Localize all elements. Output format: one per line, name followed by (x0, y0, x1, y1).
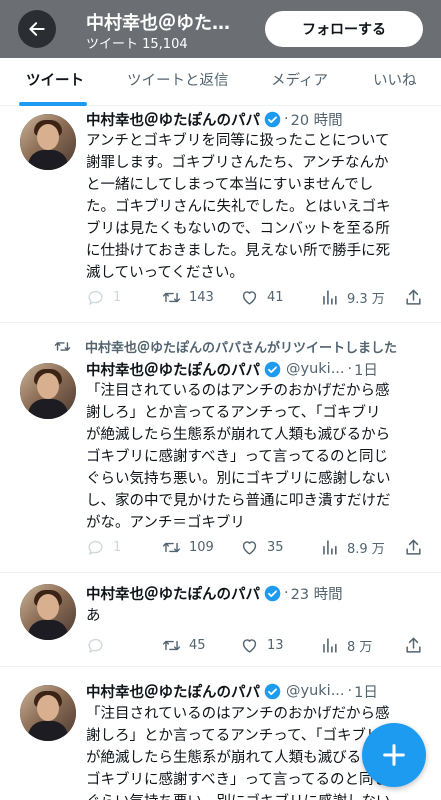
retweet-count: 45 (189, 637, 206, 653)
separator-dot: · (347, 683, 353, 699)
like-button[interactable]: 35 (240, 536, 284, 558)
arrow-left-icon (29, 22, 45, 36)
tweet-item[interactable]: 中村幸也＠ゆたぽんのパパ · 20 時間 アンチとゴキブリを同等に扱ったことにつ… (0, 106, 441, 323)
tab-likes[interactable]: いいね (373, 58, 417, 106)
tweet-time[interactable]: 20 時間 (291, 109, 343, 130)
reply-count: 1 (113, 289, 122, 305)
tweet-header: 中村幸也＠ゆたぽんのパパ @yuki... · 1日 (86, 358, 378, 380)
retweet-banner: 中村幸也＠ゆたぽんのパパさんがリツイートしました (54, 336, 397, 356)
verified-badge-icon (264, 361, 281, 377)
separator-dot: · (347, 361, 353, 377)
avatar[interactable] (20, 114, 76, 170)
tweet-actions: 1 109 35 8.9 万 (86, 536, 426, 558)
reply-icon (88, 638, 103, 653)
avatar[interactable] (20, 584, 76, 640)
heart-icon (242, 290, 257, 305)
retweet-count: 143 (189, 289, 214, 305)
tweet-actions: 1 143 41 9.3 万 (86, 286, 426, 308)
tab-tweets-and-replies[interactable]: ツイートと返信 (127, 58, 229, 106)
views-chart-icon (323, 539, 337, 555)
back-button[interactable] (18, 10, 56, 48)
avatar[interactable] (20, 685, 76, 741)
view-count: 8 万 (347, 639, 373, 655)
retweet-count: 109 (189, 539, 214, 555)
profile-name: 中村幸也＠ゆた… (86, 13, 230, 34)
author-handle[interactable]: @yuki... (286, 361, 345, 377)
views-chart-icon (323, 289, 337, 305)
like-count: 41 (267, 289, 284, 305)
tweet-header: 中村幸也＠ゆたぽんのパパ @yuki... · 1日 (86, 680, 378, 702)
plus-icon (383, 744, 405, 766)
tweet-text: 「注目されているのはアンチのおかげだから感 謝しろ」とか言ってるアンチって、「ゴ… (86, 383, 391, 531)
retweet-icon (162, 640, 181, 650)
share-icon (406, 539, 421, 555)
retweet-button[interactable]: 45 (162, 634, 206, 656)
retweet-button[interactable]: 143 (162, 286, 214, 308)
author-handle[interactable]: @yuki... (286, 683, 345, 699)
like-button[interactable]: 41 (240, 286, 284, 308)
retweet-banner-text[interactable]: 中村幸也＠ゆたぽんのパパさんがリツイートしました (85, 337, 397, 356)
reply-count: 1 (113, 539, 122, 555)
retweet-icon (162, 542, 181, 552)
reply-button[interactable]: 1 (86, 286, 121, 308)
view-count: 8.9 万 (347, 541, 385, 557)
verified-badge-icon (264, 585, 281, 601)
profile-header: 中村幸也＠ゆた… ツイート 15,104 フォローする (0, 0, 441, 58)
share-button[interactable] (404, 536, 431, 558)
tweet-header: 中村幸也＠ゆたぽんのパパ · 20 時間 (86, 108, 343, 130)
tweet-text: あ (86, 608, 101, 624)
author-name[interactable]: 中村幸也＠ゆたぽんのパパ (86, 583, 260, 604)
tweet-time[interactable]: 1日 (354, 359, 378, 380)
tweet-time[interactable]: 1日 (354, 681, 378, 702)
views-button[interactable]: 8.9 万 (320, 536, 385, 558)
share-button[interactable] (404, 286, 431, 308)
views-chart-icon (323, 637, 337, 653)
follow-button[interactable]: フォローする (265, 11, 423, 47)
tweet-item[interactable]: 中村幸也＠ゆたぽんのパパ @yuki... · 1日 「注目されているのはアンチ… (0, 358, 441, 573)
tweet-text: アンチとゴキブリを同等に扱ったことについて 謝罪します。ゴキブリさんたち、アンチ… (86, 133, 391, 281)
reply-button[interactable] (86, 634, 113, 656)
profile-tabs: ツイート ツイートと返信 メディア いいね (0, 58, 441, 106)
like-count: 13 (267, 637, 284, 653)
tweet-item[interactable]: 中村幸也＠ゆたぽんのパパ · 23 時間 あ 45 13 8 万 (0, 574, 441, 667)
share-icon (406, 289, 421, 305)
tweet-count: ツイート 15,104 (86, 37, 188, 52)
reply-icon (88, 290, 103, 305)
tweet-time[interactable]: 23 時間 (291, 583, 343, 604)
retweet-button[interactable]: 109 (162, 536, 214, 558)
tweet-header: 中村幸也＠ゆたぽんのパパ · 23 時間 (86, 582, 343, 604)
views-button[interactable]: 9.3 万 (320, 286, 385, 308)
heart-icon (242, 540, 257, 555)
tab-media[interactable]: メディア (271, 58, 328, 106)
separator-dot: · (284, 585, 289, 601)
avatar[interactable] (20, 363, 76, 419)
author-name[interactable]: 中村幸也＠ゆたぽんのパパ (86, 109, 260, 130)
retweet-icon (162, 292, 181, 302)
reply-button[interactable]: 1 (86, 536, 121, 558)
separator-dot: · (284, 111, 289, 127)
tweet-actions: 45 13 8 万 (86, 634, 426, 656)
like-count: 35 (267, 539, 284, 555)
heart-icon (242, 638, 257, 653)
share-icon (406, 637, 421, 653)
author-name[interactable]: 中村幸也＠ゆたぽんのパパ (86, 359, 260, 380)
views-button[interactable]: 8 万 (320, 634, 372, 656)
verified-badge-icon (264, 683, 281, 699)
author-name[interactable]: 中村幸也＠ゆたぽんのパパ (86, 681, 260, 702)
view-count: 9.3 万 (347, 291, 385, 307)
compose-tweet-button[interactable] (362, 723, 426, 787)
share-button[interactable] (404, 634, 431, 656)
retweet-icon (54, 341, 71, 351)
tab-tweets[interactable]: ツイート (26, 58, 84, 106)
verified-badge-icon (264, 111, 281, 127)
reply-icon (88, 540, 103, 555)
like-button[interactable]: 13 (240, 634, 284, 656)
